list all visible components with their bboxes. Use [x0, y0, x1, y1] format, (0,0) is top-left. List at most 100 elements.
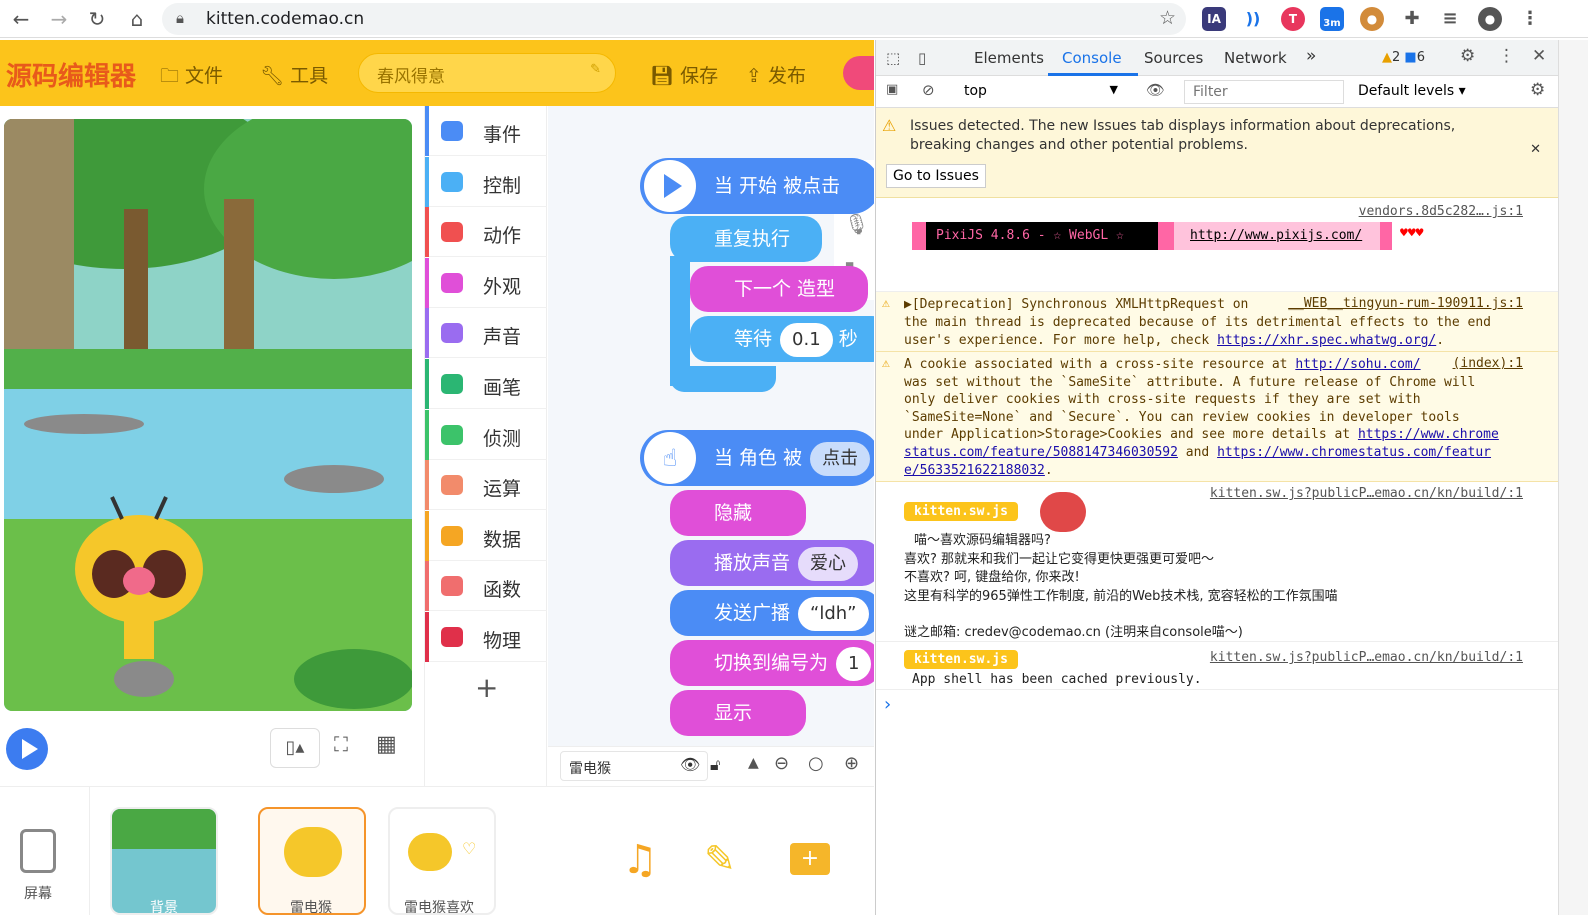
close-banner-icon[interactable]: ✕ — [1530, 142, 1541, 157]
zoom-in-icon[interactable]: ⊕ — [844, 753, 859, 774]
console-settings-icon[interactable]: ⚙ — [1530, 80, 1545, 100]
block-switch-costume[interactable]: 切换到编号为 1 — [670, 640, 874, 686]
category-item[interactable]: 控制 — [425, 156, 547, 207]
folder-add-icon[interactable]: + — [790, 843, 830, 875]
category-item[interactable]: 侦测 — [425, 409, 547, 460]
message-source-link[interactable]: kitten.sw.js?publicP…emao.cn/kn/build/:1 — [1210, 650, 1523, 665]
profile-avatar-icon[interactable]: ● — [1478, 7, 1502, 31]
tab-sources[interactable]: Sources — [1144, 49, 1203, 67]
category-item[interactable]: 事件 — [425, 106, 547, 156]
block-hide[interactable]: 隐藏 — [670, 490, 806, 536]
publish-button[interactable]: ⇪ 发布 — [746, 61, 806, 88]
home-icon[interactable]: ⌂ — [124, 6, 150, 32]
playlist-icon[interactable]: ≡ — [1438, 7, 1462, 31]
category-item[interactable]: 画笔 — [425, 359, 547, 409]
costume-number-input[interactable]: 1 — [836, 646, 872, 681]
message-source-link[interactable]: vendors.8d5c282….js:1 — [1359, 204, 1523, 219]
pencil-paint-icon[interactable]: ✎ — [704, 837, 736, 881]
issues-counter[interactable]: ▲2 ■6 — [1382, 50, 1425, 65]
fullscreen-icon[interactable]: ⛶ — [334, 732, 348, 756]
screen-tab[interactable]: 屏幕 — [0, 787, 90, 915]
category-item[interactable]: 外观 — [425, 257, 547, 308]
devtools-menu-icon[interactable]: ⋮ — [1498, 46, 1515, 66]
more-tabs-icon[interactable]: » — [1306, 46, 1316, 66]
close-devtools-icon[interactable]: ✕ — [1532, 46, 1546, 66]
chromestatus-link[interactable]: status.com/feature/5088147346030592 — [904, 445, 1178, 460]
reload-icon[interactable]: ↻ — [84, 6, 110, 32]
category-item[interactable]: 数据 — [425, 510, 547, 561]
sprite-event-dropdown[interactable]: 点击 — [810, 441, 871, 476]
live-expression-eye-icon[interactable]: 👁︎ — [1146, 81, 1165, 99]
star-icon[interactable]: ☆ — [1159, 7, 1176, 29]
app-logo: 源码编辑器 — [6, 62, 137, 92]
forward-icon[interactable]: → — [46, 6, 72, 32]
console-filter-input[interactable] — [1184, 80, 1344, 104]
broadcast-dropdown[interactable]: “ldh” — [798, 596, 869, 631]
timer-extension-icon[interactable]: 3m — [1320, 7, 1344, 31]
project-name-input[interactable]: 春风得意 ✎ — [358, 53, 616, 93]
category-item[interactable]: 动作 — [425, 207, 547, 258]
collapse-up-icon[interactable]: ▲ — [748, 755, 759, 771]
xhr-spec-link[interactable]: https://xhr.spec.whatwg.org/ — [1217, 333, 1436, 348]
context-selector[interactable]: top ▼ — [956, 80, 1126, 104]
category-item[interactable]: 声音 — [425, 308, 547, 359]
sprite1-label: 雷电猴 — [290, 900, 332, 915]
device-toggle-button[interactable]: ▯▴ — [270, 728, 320, 768]
console-prompt[interactable]: › — [876, 692, 1558, 722]
wait-value-input[interactable]: 0.1 — [780, 322, 833, 357]
music-icon[interactable]: ♫ — [622, 837, 658, 883]
block-wait[interactable]: 等待 0.1 秒 — [690, 316, 874, 362]
user-button[interactable] — [843, 56, 874, 90]
waves-extension-icon[interactable]: )) — [1241, 7, 1265, 31]
tab-elements[interactable]: Elements — [974, 49, 1044, 67]
stage-canvas[interactable] — [4, 119, 412, 711]
background-thumbnail[interactable]: 背景 — [110, 807, 218, 915]
tab-network[interactable]: Network — [1224, 49, 1287, 67]
log-levels-dropdown[interactable]: Default levels ▾ — [1358, 83, 1466, 99]
cookie-extension-icon[interactable]: ● — [1360, 7, 1384, 31]
play-button[interactable] — [6, 728, 48, 770]
file-menu[interactable]: 🗀 文件 — [160, 61, 223, 94]
sprite-thumbnail-selected[interactable]: 雷电猴 — [258, 807, 366, 915]
ia-extension-icon[interactable]: IA — [1202, 7, 1226, 31]
clear-console-icon[interactable]: ⊘ — [922, 81, 935, 99]
block-play-sound[interactable]: 播放声音 爱心 — [670, 540, 874, 586]
inspect-icon[interactable]: ⬚ — [886, 49, 900, 67]
block-next-costume[interactable]: 下一个 造型 — [690, 266, 868, 312]
t-extension-icon[interactable]: T — [1281, 7, 1305, 31]
kebab-menu-icon[interactable]: ⋮ — [1518, 7, 1542, 31]
sprite-thumbnail[interactable]: ♡ 雷电猴喜欢 — [388, 807, 496, 915]
pixi-link[interactable]: http://www.pixijs.com/ — [1174, 222, 1380, 250]
category-item[interactable]: 运算 — [425, 460, 547, 511]
category-item[interactable]: 函数 — [425, 561, 547, 612]
device-toolbar-icon[interactable]: ▯ — [918, 49, 926, 67]
block-broadcast[interactable]: 发送广播 “ldh” — [670, 590, 874, 636]
save-button[interactable]: 💾︎ 保存 — [650, 61, 718, 88]
zoom-out-icon[interactable]: ⊖ — [774, 753, 789, 774]
sound-dropdown[interactable]: 爱心 — [798, 546, 859, 581]
sohu-link[interactable]: http://sohu.com/ — [1295, 357, 1420, 372]
back-icon[interactable]: ← — [8, 6, 34, 32]
chromestatus-link[interactable]: https://www.chrome — [1358, 427, 1499, 442]
block-repeat[interactable]: 重复执行 — [670, 216, 822, 262]
settings-gear-icon[interactable]: ⚙ — [1460, 46, 1475, 66]
sidebar-toggle-icon[interactable]: ▣ — [886, 82, 898, 97]
message-source-link[interactable]: kitten.sw.js?publicP…emao.cn/kn/build/:1 — [1210, 486, 1523, 501]
tools-menu[interactable]: 🔧︎ 工具 — [260, 61, 328, 88]
chromestatus-link-2[interactable]: https://www.chromestatus.com/featur — [1217, 445, 1491, 460]
chromestatus-link-2[interactable]: e/5633521622188032 — [904, 463, 1045, 478]
go-to-issues-button[interactable]: Go to Issues — [886, 164, 986, 188]
add-category-button[interactable]: + — [475, 671, 498, 704]
address-bar[interactable]: 🔒︎ kitten.codemao.cn ☆ — [162, 3, 1186, 35]
unlock-icon[interactable]: 🔓︎ — [710, 755, 720, 775]
tab-console[interactable]: Console — [1062, 49, 1122, 67]
zoom-reset-icon[interactable]: ○ — [808, 753, 824, 774]
grid-icon[interactable]: ▦ — [376, 732, 397, 757]
script-workspace[interactable]: 👕︎ 🎙︎ ▮ 当 开始 被点击 重复执行 下一个 造型 等待0.1 秒 当 角… — [548, 106, 874, 786]
eye-icon[interactable]: 👁︎ — [680, 755, 700, 774]
block-show[interactable]: 显示 — [670, 690, 806, 736]
asset-bar: 屏幕 背景 雷电猴 ♡ 雷电猴喜欢 ♫ ✎ + — [0, 786, 874, 915]
puzzle-extension-icon[interactable]: ✚ — [1400, 7, 1424, 31]
category-item[interactable]: 物理 — [425, 612, 547, 662]
mic-icon[interactable]: 🎙︎ — [844, 212, 869, 236]
